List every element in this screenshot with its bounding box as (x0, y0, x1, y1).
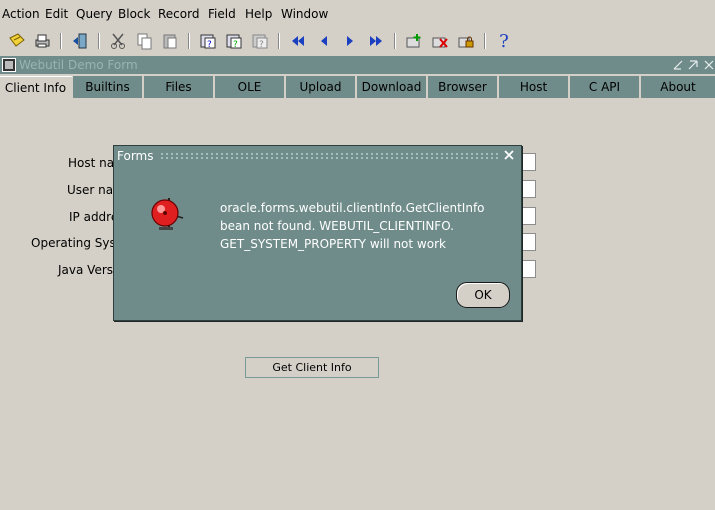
delete-record-icon[interactable] (430, 31, 450, 51)
tab-builtins[interactable]: Builtins (73, 76, 144, 98)
close-icon[interactable] (502, 148, 516, 162)
tab-client-info[interactable]: Client Info (0, 76, 73, 100)
menu-field[interactable]: Field (208, 7, 236, 21)
form-title-bar: Webutil Demo Form (0, 56, 715, 74)
ip-address-label: IP addre (69, 210, 119, 224)
dialog-title-pattern (160, 152, 500, 160)
host-name-field[interactable] (520, 153, 536, 171)
menu-help[interactable]: Help (245, 7, 272, 21)
cancel-query-icon[interactable]: ? (250, 31, 270, 51)
user-name-field[interactable] (520, 180, 536, 198)
tab-about[interactable]: About (641, 76, 715, 98)
menu-window[interactable]: Window (281, 7, 328, 21)
tab-host[interactable]: Host (499, 76, 570, 98)
window-controls[interactable] (671, 57, 715, 73)
exit-icon[interactable] (70, 31, 90, 51)
tab-c-api[interactable]: C API (570, 76, 641, 98)
cut-icon[interactable] (108, 31, 128, 51)
execute-query-icon[interactable]: ? (224, 31, 244, 51)
menu-block[interactable]: Block (118, 7, 150, 21)
get-client-info-button[interactable]: Get Client Info (245, 357, 379, 378)
paste-icon[interactable] (160, 31, 180, 51)
form-title: Webutil Demo Form (19, 58, 138, 72)
lock-record-icon[interactable] (456, 31, 476, 51)
enter-query-icon[interactable]: ? (198, 31, 218, 51)
print-icon[interactable] (32, 31, 52, 51)
alarm-bell-icon (151, 198, 184, 230)
java-version-field[interactable] (520, 260, 536, 278)
menu-action[interactable]: Action (2, 7, 40, 21)
dialog-message: oracle.forms.webutil.clientInfo.GetClien… (220, 201, 485, 251)
forms-alert-dialog: Forms oracle.forms.webutil.clientInfo.Ge… (113, 145, 522, 321)
menu-bar: Action Edit Query Block Record Field Hel… (0, 0, 715, 28)
menu-query[interactable]: Query (76, 7, 112, 21)
insert-record-icon[interactable] (404, 31, 424, 51)
menu-edit[interactable]: Edit (45, 7, 68, 21)
ok-button[interactable]: OK (456, 282, 510, 308)
previous-record-icon[interactable] (314, 31, 334, 51)
svg-text:?: ? (259, 40, 264, 50)
tab-ole[interactable]: OLE (215, 76, 286, 98)
dialog-title-bar: Forms (114, 146, 521, 166)
tab-strip: Client Info Builtins Files OLE Upload Do… (0, 76, 715, 100)
ip-address-field[interactable] (520, 207, 536, 225)
save-icon[interactable] (7, 31, 27, 51)
menu-record[interactable]: Record (158, 7, 199, 21)
toolbar: ? ? ? ? (0, 28, 715, 54)
svg-text:?: ? (233, 40, 238, 50)
tab-download[interactable]: Download (357, 76, 428, 98)
dialog-title: Forms (117, 149, 154, 163)
operating-system-field[interactable] (520, 233, 536, 251)
previous-block-icon[interactable] (288, 31, 308, 51)
app-icon (2, 58, 16, 72)
copy-icon[interactable] (134, 31, 154, 51)
tab-upload[interactable]: Upload (286, 76, 357, 98)
help-icon[interactable]: ? (494, 31, 514, 52)
tab-browser[interactable]: Browser (428, 76, 499, 98)
svg-text:?: ? (207, 40, 212, 50)
java-version-label: Java Vers (58, 263, 114, 277)
next-record-icon[interactable] (340, 31, 360, 51)
tab-files[interactable]: Files (144, 76, 215, 98)
next-block-icon[interactable] (366, 31, 386, 51)
